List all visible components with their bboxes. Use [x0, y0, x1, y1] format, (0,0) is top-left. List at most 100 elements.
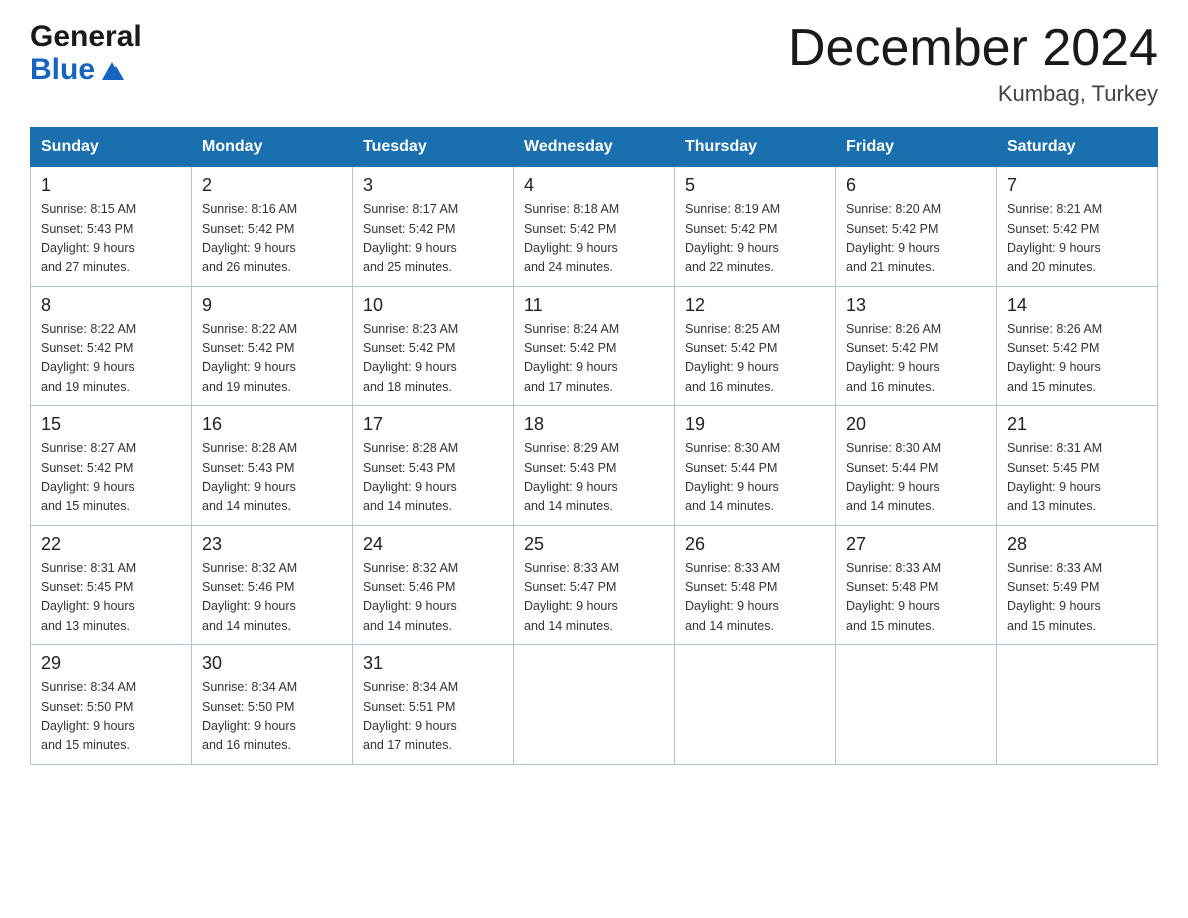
calendar-week-row: 8 Sunrise: 8:22 AMSunset: 5:42 PMDayligh… [31, 286, 1158, 406]
day-info: Sunrise: 8:32 AMSunset: 5:46 PMDaylight:… [202, 561, 297, 633]
day-info: Sunrise: 8:23 AMSunset: 5:42 PMDaylight:… [363, 322, 458, 394]
calendar-cell: 17 Sunrise: 8:28 AMSunset: 5:43 PMDaylig… [353, 406, 514, 526]
day-info: Sunrise: 8:29 AMSunset: 5:43 PMDaylight:… [524, 441, 619, 513]
logo: General Blue [30, 20, 142, 86]
month-title: December 2024 [788, 20, 1158, 77]
day-info: Sunrise: 8:33 AMSunset: 5:47 PMDaylight:… [524, 561, 619, 633]
calendar-cell: 29 Sunrise: 8:34 AMSunset: 5:50 PMDaylig… [31, 645, 192, 765]
calendar-cell: 16 Sunrise: 8:28 AMSunset: 5:43 PMDaylig… [192, 406, 353, 526]
day-number: 9 [202, 295, 342, 316]
day-info: Sunrise: 8:25 AMSunset: 5:42 PMDaylight:… [685, 322, 780, 394]
weekday-header-sunday: Sunday [31, 128, 192, 167]
location: Kumbag, Turkey [788, 81, 1158, 107]
logo-icon [98, 60, 126, 82]
day-info: Sunrise: 8:31 AMSunset: 5:45 PMDaylight:… [41, 561, 136, 633]
day-number: 18 [524, 414, 664, 435]
calendar-cell: 9 Sunrise: 8:22 AMSunset: 5:42 PMDayligh… [192, 286, 353, 406]
calendar-cell: 28 Sunrise: 8:33 AMSunset: 5:49 PMDaylig… [997, 525, 1158, 645]
day-info: Sunrise: 8:34 AMSunset: 5:50 PMDaylight:… [202, 680, 297, 752]
logo-general-text: General [30, 20, 142, 53]
calendar-cell: 21 Sunrise: 8:31 AMSunset: 5:45 PMDaylig… [997, 406, 1158, 526]
day-info: Sunrise: 8:33 AMSunset: 5:48 PMDaylight:… [685, 561, 780, 633]
day-number: 30 [202, 653, 342, 674]
day-info: Sunrise: 8:22 AMSunset: 5:42 PMDaylight:… [41, 322, 136, 394]
day-number: 24 [363, 534, 503, 555]
day-number: 5 [685, 175, 825, 196]
day-info: Sunrise: 8:20 AMSunset: 5:42 PMDaylight:… [846, 202, 941, 274]
day-number: 7 [1007, 175, 1147, 196]
day-number: 25 [524, 534, 664, 555]
day-info: Sunrise: 8:19 AMSunset: 5:42 PMDaylight:… [685, 202, 780, 274]
day-number: 19 [685, 414, 825, 435]
weekday-header-saturday: Saturday [997, 128, 1158, 167]
day-number: 2 [202, 175, 342, 196]
day-number: 11 [524, 295, 664, 316]
calendar-cell: 31 Sunrise: 8:34 AMSunset: 5:51 PMDaylig… [353, 645, 514, 765]
day-info: Sunrise: 8:30 AMSunset: 5:44 PMDaylight:… [685, 441, 780, 513]
calendar-cell: 19 Sunrise: 8:30 AMSunset: 5:44 PMDaylig… [675, 406, 836, 526]
day-number: 26 [685, 534, 825, 555]
calendar-cell: 13 Sunrise: 8:26 AMSunset: 5:42 PMDaylig… [836, 286, 997, 406]
calendar-cell [514, 645, 675, 765]
day-number: 21 [1007, 414, 1147, 435]
day-number: 3 [363, 175, 503, 196]
calendar-cell: 7 Sunrise: 8:21 AMSunset: 5:42 PMDayligh… [997, 167, 1158, 287]
day-info: Sunrise: 8:15 AMSunset: 5:43 PMDaylight:… [41, 202, 136, 274]
calendar-cell: 27 Sunrise: 8:33 AMSunset: 5:48 PMDaylig… [836, 525, 997, 645]
day-number: 4 [524, 175, 664, 196]
day-number: 23 [202, 534, 342, 555]
day-info: Sunrise: 8:34 AMSunset: 5:50 PMDaylight:… [41, 680, 136, 752]
day-info: Sunrise: 8:31 AMSunset: 5:45 PMDaylight:… [1007, 441, 1102, 513]
day-number: 20 [846, 414, 986, 435]
calendar-cell: 12 Sunrise: 8:25 AMSunset: 5:42 PMDaylig… [675, 286, 836, 406]
day-info: Sunrise: 8:21 AMSunset: 5:42 PMDaylight:… [1007, 202, 1102, 274]
day-info: Sunrise: 8:17 AMSunset: 5:42 PMDaylight:… [363, 202, 458, 274]
day-info: Sunrise: 8:16 AMSunset: 5:42 PMDaylight:… [202, 202, 297, 274]
day-info: Sunrise: 8:34 AMSunset: 5:51 PMDaylight:… [363, 680, 458, 752]
day-number: 28 [1007, 534, 1147, 555]
day-number: 6 [846, 175, 986, 196]
calendar-cell: 30 Sunrise: 8:34 AMSunset: 5:50 PMDaylig… [192, 645, 353, 765]
day-number: 12 [685, 295, 825, 316]
calendar-cell: 18 Sunrise: 8:29 AMSunset: 5:43 PMDaylig… [514, 406, 675, 526]
calendar-week-row: 29 Sunrise: 8:34 AMSunset: 5:50 PMDaylig… [31, 645, 1158, 765]
calendar-week-row: 22 Sunrise: 8:31 AMSunset: 5:45 PMDaylig… [31, 525, 1158, 645]
calendar-cell: 10 Sunrise: 8:23 AMSunset: 5:42 PMDaylig… [353, 286, 514, 406]
calendar-cell: 23 Sunrise: 8:32 AMSunset: 5:46 PMDaylig… [192, 525, 353, 645]
day-number: 16 [202, 414, 342, 435]
calendar-week-row: 1 Sunrise: 8:15 AMSunset: 5:43 PMDayligh… [31, 167, 1158, 287]
day-number: 13 [846, 295, 986, 316]
calendar-cell: 15 Sunrise: 8:27 AMSunset: 5:42 PMDaylig… [31, 406, 192, 526]
calendar-cell: 24 Sunrise: 8:32 AMSunset: 5:46 PMDaylig… [353, 525, 514, 645]
day-info: Sunrise: 8:22 AMSunset: 5:42 PMDaylight:… [202, 322, 297, 394]
title-area: December 2024 Kumbag, Turkey [788, 20, 1158, 107]
day-number: 22 [41, 534, 181, 555]
weekday-header-thursday: Thursday [675, 128, 836, 167]
day-info: Sunrise: 8:28 AMSunset: 5:43 PMDaylight:… [363, 441, 458, 513]
day-info: Sunrise: 8:33 AMSunset: 5:48 PMDaylight:… [846, 561, 941, 633]
weekday-header-wednesday: Wednesday [514, 128, 675, 167]
day-info: Sunrise: 8:33 AMSunset: 5:49 PMDaylight:… [1007, 561, 1102, 633]
calendar-week-row: 15 Sunrise: 8:27 AMSunset: 5:42 PMDaylig… [31, 406, 1158, 526]
calendar-cell: 5 Sunrise: 8:19 AMSunset: 5:42 PMDayligh… [675, 167, 836, 287]
calendar-cell: 6 Sunrise: 8:20 AMSunset: 5:42 PMDayligh… [836, 167, 997, 287]
day-number: 10 [363, 295, 503, 316]
day-info: Sunrise: 8:26 AMSunset: 5:42 PMDaylight:… [1007, 322, 1102, 394]
calendar-cell: 22 Sunrise: 8:31 AMSunset: 5:45 PMDaylig… [31, 525, 192, 645]
calendar-cell: 1 Sunrise: 8:15 AMSunset: 5:43 PMDayligh… [31, 167, 192, 287]
day-number: 15 [41, 414, 181, 435]
day-info: Sunrise: 8:27 AMSunset: 5:42 PMDaylight:… [41, 441, 136, 513]
day-info: Sunrise: 8:30 AMSunset: 5:44 PMDaylight:… [846, 441, 941, 513]
calendar-cell: 2 Sunrise: 8:16 AMSunset: 5:42 PMDayligh… [192, 167, 353, 287]
calendar-cell [836, 645, 997, 765]
calendar-cell: 14 Sunrise: 8:26 AMSunset: 5:42 PMDaylig… [997, 286, 1158, 406]
calendar-cell [675, 645, 836, 765]
calendar-header: SundayMondayTuesdayWednesdayThursdayFrid… [31, 128, 1158, 167]
calendar-cell: 25 Sunrise: 8:33 AMSunset: 5:47 PMDaylig… [514, 525, 675, 645]
weekday-header-friday: Friday [836, 128, 997, 167]
day-number: 8 [41, 295, 181, 316]
header: General Blue December 2024 Kumbag, Turke… [30, 20, 1158, 107]
day-number: 29 [41, 653, 181, 674]
logo-blue-text: Blue [30, 53, 142, 86]
day-info: Sunrise: 8:32 AMSunset: 5:46 PMDaylight:… [363, 561, 458, 633]
